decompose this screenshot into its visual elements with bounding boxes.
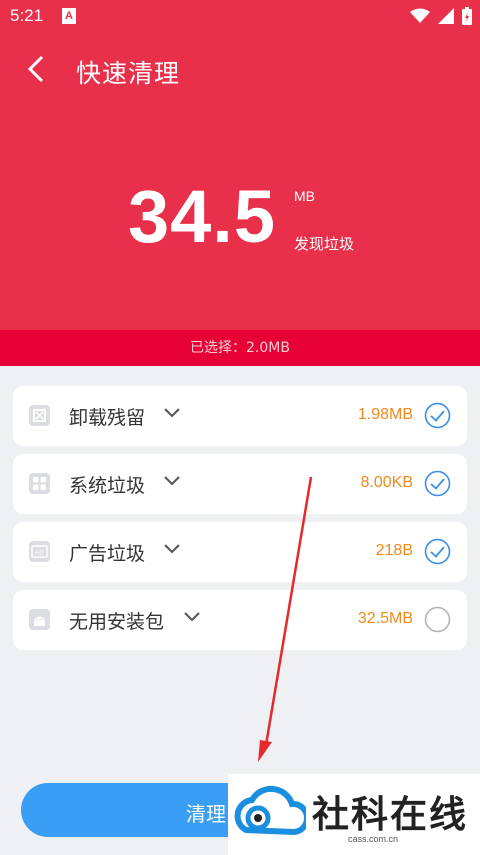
checked-circle-icon[interactable]: [424, 470, 451, 497]
watermark-logo-icon: [234, 785, 306, 836]
chevron-down-icon[interactable]: [163, 474, 181, 488]
page-title: 快速清理: [76, 59, 181, 88]
battery-icon: [462, 7, 472, 25]
chevron-down-icon[interactable]: [183, 610, 201, 624]
ad-junk-icon: AD: [29, 541, 50, 562]
status-time: 5:21: [10, 6, 44, 25]
clean-button-label: 清理: [186, 802, 226, 826]
item-size: 1.98MB: [357, 406, 413, 423]
item-label: 卸载残留: [69, 407, 146, 429]
chevron-down-icon[interactable]: [163, 542, 181, 556]
checked-circle-icon[interactable]: [424, 402, 451, 429]
selected-size-bar: 已选择：2.0MB: [0, 330, 480, 366]
uninstall-residue-icon: [29, 405, 50, 426]
wifi-icon: [410, 8, 430, 23]
back-arrow-icon[interactable]: [24, 54, 50, 84]
watermark: 社科在线 cass.com.cn: [228, 774, 480, 855]
chevron-down-icon[interactable]: [163, 406, 181, 420]
checked-circle-icon[interactable]: [424, 538, 451, 565]
unchecked-circle-icon[interactable]: [424, 606, 451, 633]
system-junk-icon: [29, 473, 50, 494]
system-icons: [410, 7, 472, 25]
signal-icon: [438, 8, 454, 24]
item-size: 8.00KB: [360, 474, 413, 491]
found-junk-label: 发现垃圾: [294, 235, 355, 253]
junk-unit: MB: [294, 188, 315, 204]
item-label: 广告垃圾: [69, 543, 146, 565]
junk-item-uninstall-residue[interactable]: 卸载残留 1.98MB: [13, 386, 467, 446]
apk-package-icon: [29, 609, 50, 630]
app-notification-icon: A: [62, 8, 76, 24]
item-label: 无用安装包: [69, 611, 165, 633]
junk-item-system-junk[interactable]: 系统垃圾 8.00KB: [13, 454, 467, 514]
svg-text:AD: AD: [35, 551, 44, 557]
item-size: 218B: [375, 542, 413, 559]
junk-amount: 34.5: [128, 175, 277, 258]
junk-item-ad-junk[interactable]: AD 广告垃圾 218B: [13, 522, 467, 582]
item-size: 32.5MB: [357, 610, 413, 627]
header-panel: 快速清理 34.5 MB 发现垃圾: [0, 34, 480, 330]
junk-item-apk-package[interactable]: 无用安装包 32.5MB: [13, 590, 467, 650]
watermark-text: 社科在线: [312, 793, 468, 836]
item-label: 系统垃圾: [69, 475, 146, 497]
watermark-url: cass.com.cn: [348, 834, 399, 844]
status-bar: 5:21 A: [0, 0, 480, 34]
